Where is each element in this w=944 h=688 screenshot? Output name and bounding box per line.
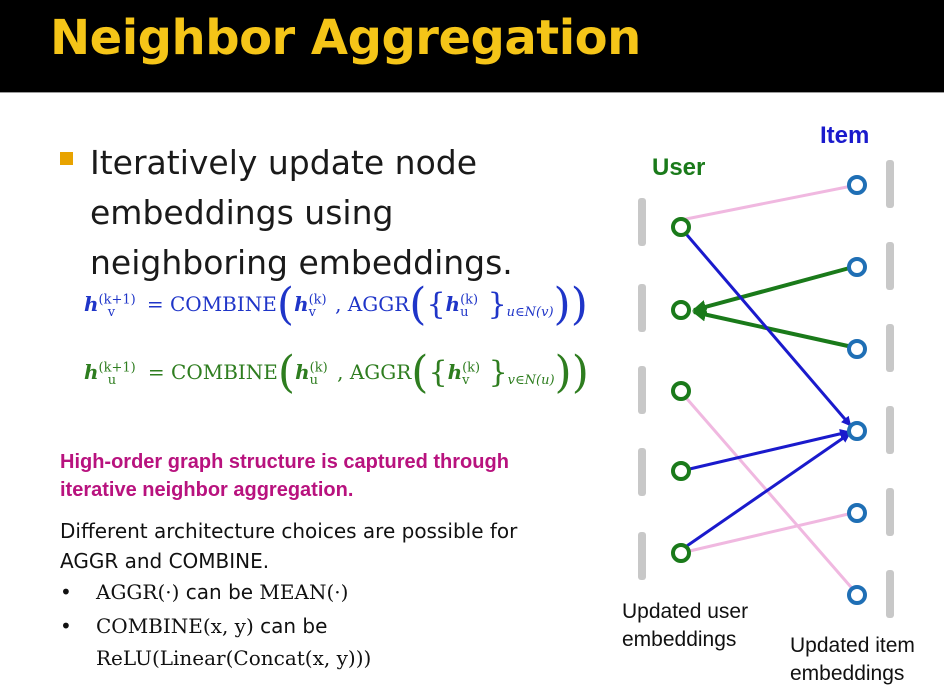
user-bar-3 (638, 366, 646, 414)
bipartite-graph (638, 160, 894, 618)
item-caption: Updated item embeddings (790, 634, 915, 685)
item-node-5 (847, 503, 867, 523)
item-bar-5 (886, 488, 894, 536)
user-caption: Updated user embeddings (622, 600, 749, 651)
item-bar-2 (886, 242, 894, 290)
item-bar-4 (886, 406, 894, 454)
item-bar-1 (886, 160, 894, 208)
user-node-3 (671, 381, 691, 401)
item-bar-3 (886, 324, 894, 372)
item-node-2 (847, 257, 867, 277)
item-node-3 (847, 339, 867, 359)
item-node-4 (847, 421, 867, 441)
user-bar-4 (638, 448, 646, 496)
item-node-6 (847, 585, 867, 605)
arrow-u1-i4 (679, 227, 852, 427)
user-node-4 (671, 461, 691, 481)
user-bar-2 (638, 284, 646, 332)
item-bar-6 (886, 570, 894, 618)
edge-u1-i1 (680, 183, 858, 222)
user-node-1 (671, 217, 691, 237)
edge-u3-i6 (679, 391, 859, 595)
item-node-1 (847, 175, 867, 195)
user-bar-5 (638, 532, 646, 580)
user-node-2 (671, 300, 691, 320)
user-node-5 (671, 543, 691, 563)
arrow-i3-u2 (692, 307, 858, 350)
user-bar-1 (638, 198, 646, 246)
